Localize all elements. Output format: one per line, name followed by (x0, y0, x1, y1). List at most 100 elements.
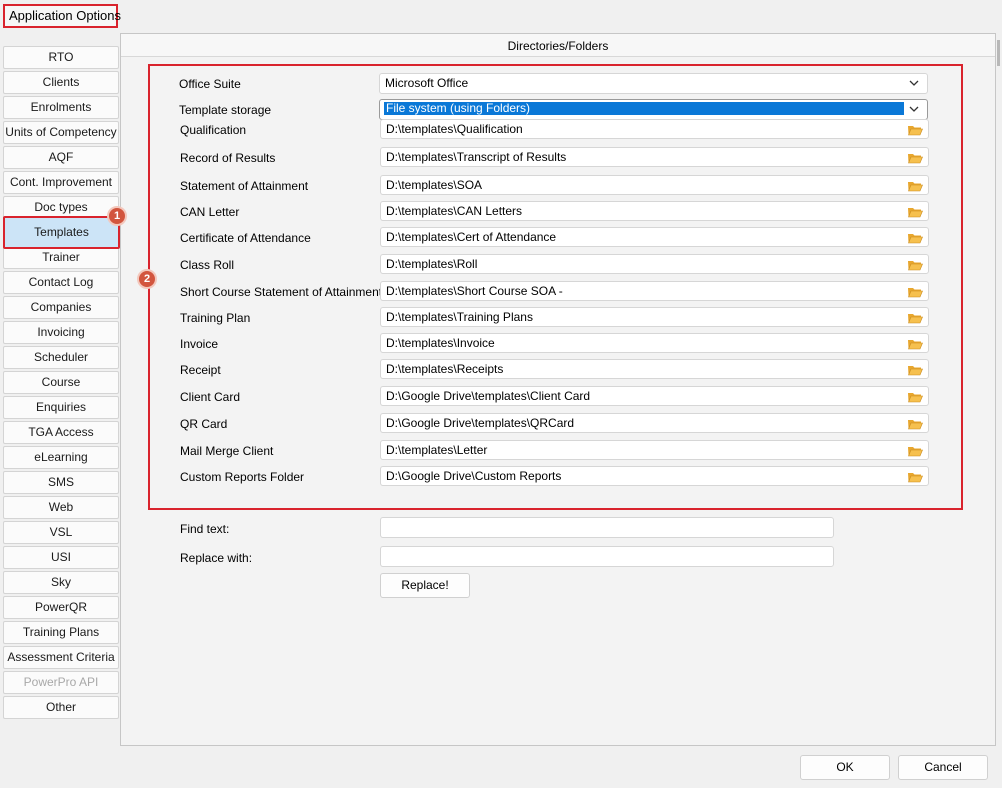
sidebar-item-cont-improvement[interactable]: Cont. Improvement (3, 171, 119, 194)
sidebar-item-units-of-competency[interactable]: Units of Competency (3, 121, 119, 144)
folder-path-value: D:\templates\Cert of Attendance (386, 230, 557, 244)
folder-open-icon[interactable] (907, 417, 923, 430)
folder-path-value: D:\Google Drive\Custom Reports (386, 469, 562, 483)
folder-path-field[interactable]: D:\templates\SOA (380, 175, 929, 195)
sidebar-item-rto[interactable]: RTO (3, 46, 119, 69)
sidebar-item-trainer[interactable]: Trainer (3, 246, 119, 269)
office-suite-label: Office Suite (179, 77, 241, 91)
sidebar-item-usi[interactable]: USI (3, 546, 119, 569)
folder-path-field[interactable]: D:\templates\Short Course SOA - (380, 281, 929, 301)
sidebar-item-powerqr[interactable]: PowerQR (3, 596, 119, 619)
ok-button[interactable]: OK (800, 755, 890, 780)
sidebar-nav: RTO Clients Enrolments Units of Competen… (3, 46, 120, 721)
folder-label: CAN Letter (180, 205, 240, 219)
folder-path-field[interactable]: D:\templates\CAN Letters (380, 201, 929, 221)
annotation-badge-2: 2 (137, 269, 157, 289)
folder-path-value: D:\templates\Training Plans (386, 310, 533, 324)
folder-open-icon[interactable] (907, 231, 923, 244)
folder-path-field[interactable]: D:\Google Drive\templates\Client Card (380, 386, 929, 406)
find-text-label: Find text: (180, 522, 230, 536)
folder-path-value: D:\templates\Qualification (386, 122, 523, 136)
sidebar-item-aqf[interactable]: AQF (3, 146, 119, 169)
folder-label: Receipt (180, 363, 221, 377)
sidebar-item-other[interactable]: Other (3, 696, 119, 719)
find-text-input[interactable] (380, 517, 834, 538)
folder-open-icon[interactable] (907, 151, 923, 164)
folder-path-value: D:\templates\Short Course SOA - (386, 284, 563, 298)
scrollbar-thumb[interactable] (997, 40, 1000, 66)
office-suite-value: Microsoft Office (385, 76, 469, 90)
folder-path-field[interactable]: D:\templates\Training Plans (380, 307, 929, 327)
folder-path-field[interactable]: D:\templates\Qualification (380, 119, 929, 139)
folder-path-value: D:\templates\Roll (386, 257, 478, 271)
folder-open-icon[interactable] (907, 179, 923, 192)
folder-path-field[interactable]: D:\templates\Roll (380, 254, 929, 274)
folder-open-icon[interactable] (907, 258, 923, 271)
sidebar-item-templates[interactable]: Templates (3, 216, 120, 249)
sidebar-item-invoicing[interactable]: Invoicing (3, 321, 119, 344)
sidebar-item-companies[interactable]: Companies (3, 296, 119, 319)
folder-path-field[interactable]: D:\Google Drive\templates\QRCard (380, 413, 929, 433)
template-storage-select[interactable]: File system (using Folders) (379, 99, 928, 120)
sidebar-item-enrolments[interactable]: Enrolments (3, 96, 119, 119)
folder-path-field[interactable]: D:\Google Drive\Custom Reports (380, 466, 929, 486)
office-suite-select[interactable]: Microsoft Office (379, 73, 928, 94)
folder-path-value: D:\templates\Receipts (386, 362, 504, 376)
folder-label: Class Roll (180, 258, 235, 272)
folder-label: Short Course Statement of Attainment (180, 285, 383, 299)
sidebar-item-vsl[interactable]: VSL (3, 521, 119, 544)
folder-path-value: D:\templates\Letter (386, 443, 488, 457)
folder-open-icon[interactable] (907, 285, 923, 298)
sidebar-item-enquiries[interactable]: Enquiries (3, 396, 119, 419)
folder-open-icon[interactable] (907, 363, 923, 376)
replace-with-label: Replace with: (180, 551, 253, 565)
folder-label: Certificate of Attendance (180, 231, 311, 245)
folder-label: Training Plan (180, 311, 251, 325)
folder-open-icon[interactable] (907, 123, 923, 136)
sidebar-item-powerpro-api: PowerPro API (3, 671, 119, 694)
sidebar-item-assessment-criteria[interactable]: Assessment Criteria (3, 646, 119, 669)
replace-button[interactable]: Replace! (380, 573, 470, 598)
sidebar-item-web[interactable]: Web (3, 496, 119, 519)
replace-with-input[interactable] (380, 546, 834, 567)
folder-open-icon[interactable] (907, 337, 923, 350)
folder-label: Mail Merge Client (180, 444, 274, 458)
folder-label: Record of Results (180, 151, 276, 165)
sidebar-item-scheduler[interactable]: Scheduler (3, 346, 119, 369)
folder-path-value: D:\Google Drive\templates\Client Card (386, 389, 591, 403)
folder-open-icon[interactable] (907, 311, 923, 324)
folder-path-field[interactable]: D:\templates\Invoice (380, 333, 929, 353)
folder-path-field[interactable]: D:\templates\Letter (380, 440, 929, 460)
sidebar-item-training-plans[interactable]: Training Plans (3, 621, 119, 644)
folder-label: Statement of Attainment (180, 179, 309, 193)
chevron-down-icon (909, 106, 919, 112)
template-storage-label: Template storage (179, 103, 272, 117)
window-title: Application Options (3, 4, 121, 28)
sidebar-item-course[interactable]: Course (3, 371, 119, 394)
sidebar-item-contact-log[interactable]: Contact Log (3, 271, 119, 294)
template-storage-value: File system (using Folders) (384, 102, 904, 115)
folder-path-value: D:\templates\Transcript of Results (386, 150, 567, 164)
folder-label: Qualification (180, 123, 247, 137)
sidebar-item-sky[interactable]: Sky (3, 571, 119, 594)
folder-open-icon[interactable] (907, 205, 923, 218)
folder-path-value: D:\Google Drive\templates\QRCard (386, 416, 575, 430)
sidebar-item-sms[interactable]: SMS (3, 471, 119, 494)
folder-label: Invoice (180, 337, 219, 351)
sidebar-item-clients[interactable]: Clients (3, 71, 119, 94)
sidebar-item-elearning[interactable]: eLearning (3, 446, 119, 469)
folder-path-field[interactable]: D:\templates\Cert of Attendance (380, 227, 929, 247)
folder-path-value: D:\templates\Invoice (386, 336, 495, 350)
folder-open-icon[interactable] (907, 444, 923, 457)
folder-path-value: D:\templates\SOA (386, 178, 483, 192)
folder-label: Custom Reports Folder (180, 470, 305, 484)
folder-label: QR Card (180, 417, 228, 431)
folder-path-field[interactable]: D:\templates\Transcript of Results (380, 147, 929, 167)
folder-open-icon[interactable] (907, 390, 923, 403)
panel-title: Directories/Folders (121, 34, 995, 57)
annotation-badge-1: 1 (107, 206, 127, 226)
folder-open-icon[interactable] (907, 470, 923, 483)
folder-path-field[interactable]: D:\templates\Receipts (380, 359, 929, 379)
sidebar-item-tga-access[interactable]: TGA Access (3, 421, 119, 444)
cancel-button[interactable]: Cancel (898, 755, 988, 780)
